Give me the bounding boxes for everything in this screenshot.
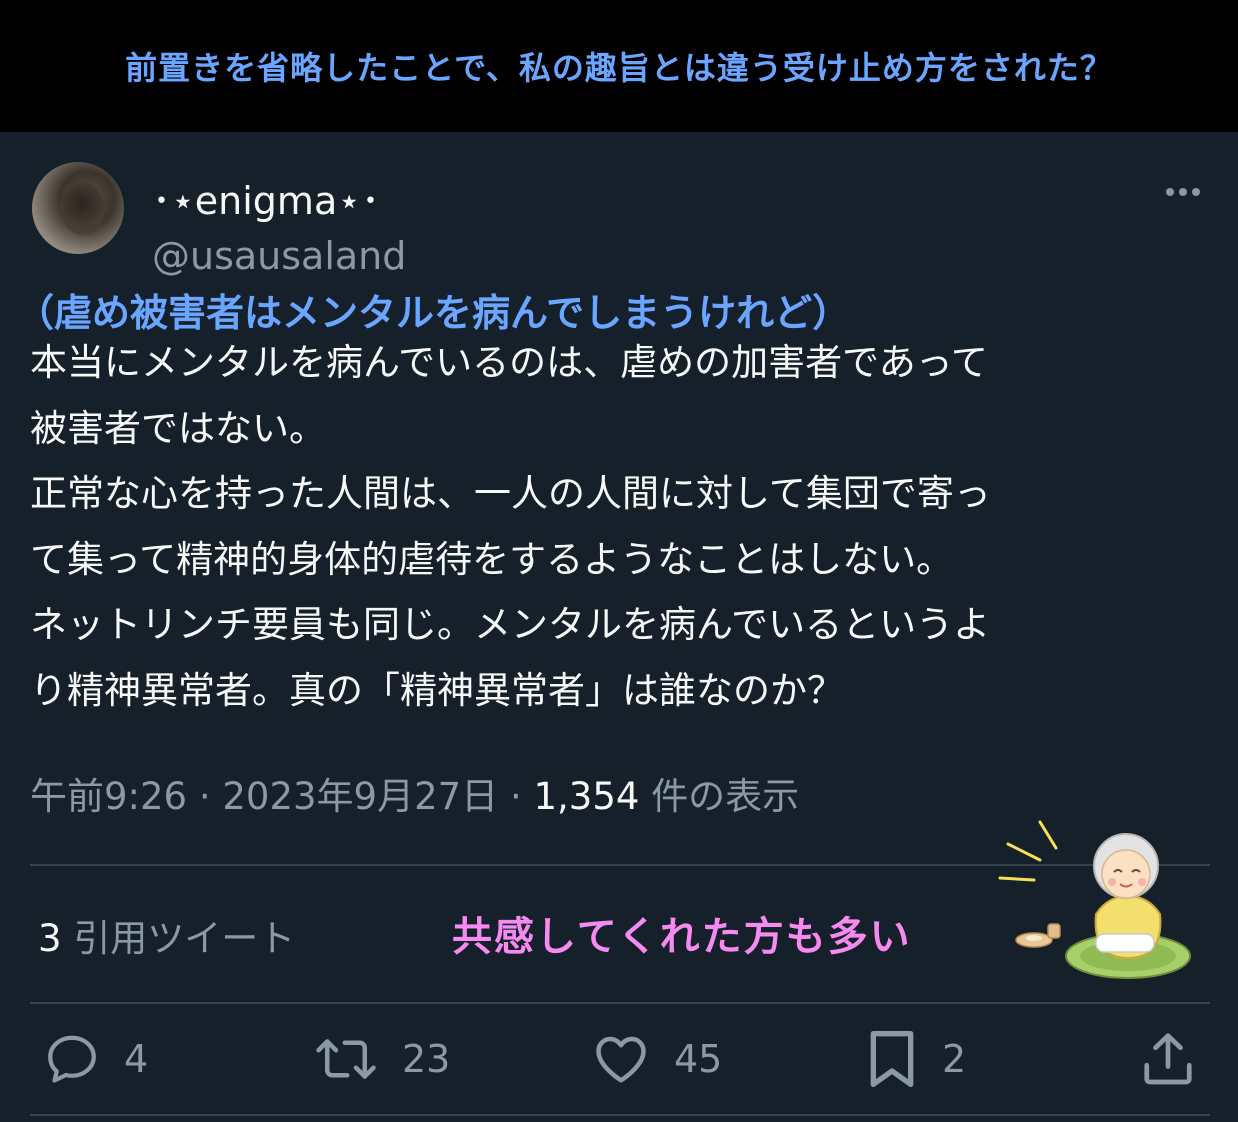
like-count: 45: [674, 1037, 723, 1081]
reply-button[interactable]: 4: [42, 1024, 148, 1094]
top-banner: 前置きを省略したことで、私の趣旨とは違う受け止め方をされた？: [0, 0, 1238, 132]
tweet-line: り精神異常者。真の「精神異常者」は誰なのか？: [30, 668, 844, 712]
tweet-text: 本当にメンタルを病んでいるのは、虐めの加害者であって 被害者ではない。 正常な心…: [30, 330, 1210, 723]
author-avatar[interactable]: [32, 162, 124, 254]
divider: [30, 1002, 1210, 1004]
like-icon: [596, 1036, 646, 1083]
tweet-actions: 4 23 45 2: [0, 1024, 1238, 1094]
grandma-illustration-icon: [998, 820, 1191, 979]
more-options-icon[interactable]: [1158, 174, 1208, 210]
overlay-caption: （虐め被害者はメンタルを病んでしまうけれど）: [16, 291, 851, 335]
tweet-line: 本当にメンタルを病んでいるのは、虐めの加害者であって: [30, 341, 988, 384]
banner-caption: 前置きを省略したことで、私の趣旨とは違う受け止め方をされた？: [125, 49, 1113, 87]
tweet-date[interactable]: 2023年9月27日: [222, 775, 498, 818]
views-count[interactable]: 1,354: [533, 775, 639, 818]
tweet-line: て集って精神的身体的虐待をするようなことはしない。: [30, 537, 954, 581]
tweet-line: ネットリンチ要員も同じ。メンタルを病んでいるというよ: [30, 603, 991, 646]
author-display-name[interactable]: ･⋆enigma⋆･: [152, 170, 380, 225]
retweet-button[interactable]: 23: [312, 1024, 450, 1094]
share-button[interactable]: [1138, 1024, 1198, 1094]
bookmark-button[interactable]: 2: [864, 1024, 966, 1094]
share-icon: [1144, 1033, 1192, 1085]
meta-separator: ·: [509, 775, 534, 818]
annotation-caption: 共感してくれた方も多い: [452, 914, 912, 960]
views-label: 件の表示: [651, 775, 800, 818]
bookmark-icon: [870, 1031, 914, 1087]
bookmark-count: 2: [942, 1037, 967, 1081]
meta-separator: ·: [198, 775, 223, 818]
retweet-count: 23: [402, 1037, 451, 1081]
author-handle[interactable]: @usausaland: [152, 234, 406, 278]
quote-count: 3: [38, 917, 62, 960]
quote-tweets-link[interactable]: 3 引用ツイート: [38, 908, 295, 962]
retweet-icon: [316, 1039, 376, 1079]
divider: [30, 1114, 1210, 1116]
reply-icon: [48, 1035, 96, 1083]
tweet-line: 被害者ではない。: [30, 406, 326, 450]
like-button[interactable]: 45: [590, 1024, 722, 1094]
tweet-line: 正常な心を持った人間は、一人の人間に対して集団で寄っ: [30, 472, 991, 515]
quote-label: 引用ツイート: [73, 917, 296, 960]
reply-count: 4: [124, 1037, 149, 1081]
tweet-time[interactable]: 午前9:26: [30, 775, 187, 818]
tweet-meta: 午前9:26 · 2023年9月27日 · 1,354 件の表示: [30, 766, 799, 820]
